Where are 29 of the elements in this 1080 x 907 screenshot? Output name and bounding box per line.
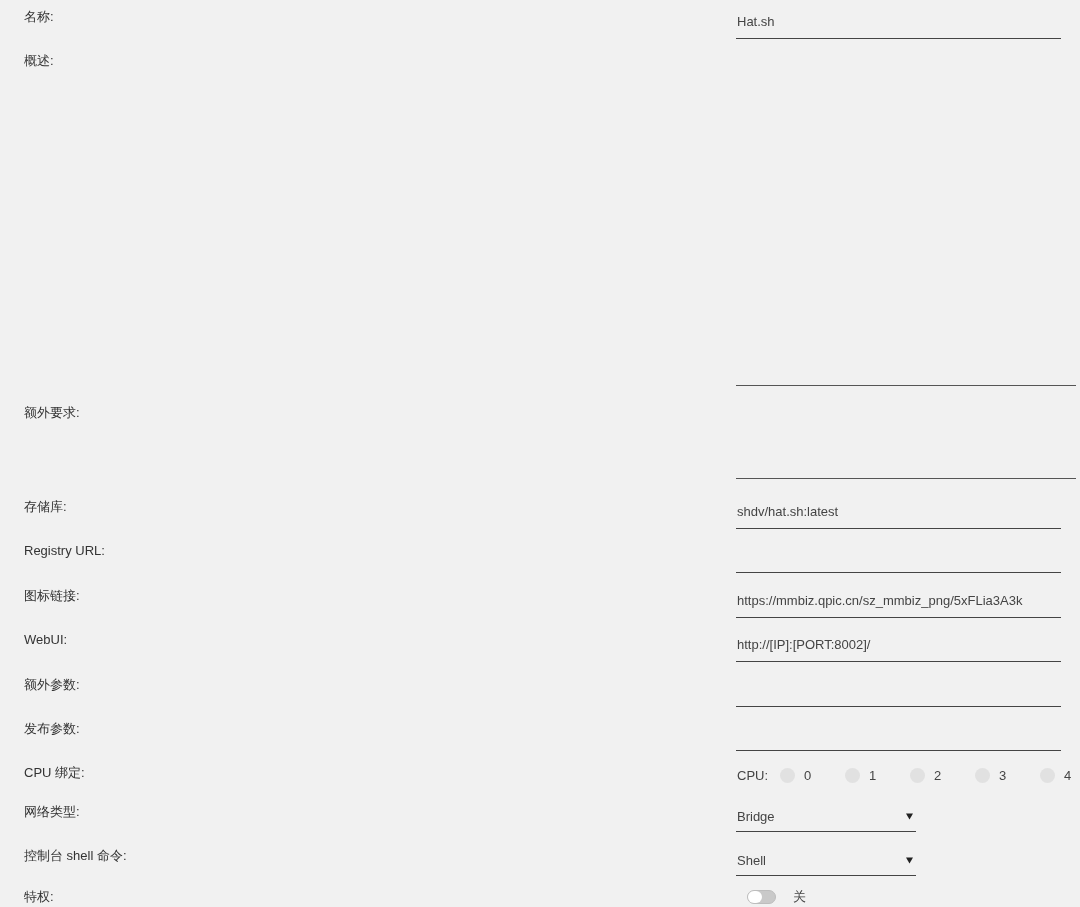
field-label: Registry URL:	[24, 542, 105, 561]
field-label: 名称:	[24, 8, 54, 26]
text-field[interactable]: https://mmbiz.qpic.cn/sz_mmbiz_png/5xFLia3A3k	[736, 589, 1061, 618]
caret-icon	[906, 856, 913, 864]
cpu-label: CPU:	[737, 767, 769, 783]
radio-label: 1	[869, 767, 877, 783]
field-label: 概述:	[24, 52, 54, 71]
field-label: 存储库:	[24, 498, 67, 516]
radio-label: 2	[934, 767, 942, 783]
caret-icon	[906, 812, 913, 820]
text-field[interactable]: Hat.sh	[736, 11, 1061, 39]
field-label: CPU 绑定:	[24, 764, 85, 783]
toggle-state-label: 关	[793, 889, 806, 904]
toggle-switch[interactable]	[747, 889, 776, 904]
field-label: 网络类型:	[24, 802, 80, 821]
field-label: 控制台 shell 命令:	[24, 846, 127, 865]
field-label: WebUI:	[24, 631, 68, 650]
dropdown-field[interactable]: Shell	[736, 849, 916, 876]
field-label: 发布参数:	[24, 719, 80, 738]
text-field[interactable]: http://[IP]:[PORT:8002]/	[736, 634, 1061, 663]
field-label: 额外参数:	[24, 675, 80, 694]
radio-label: 4	[1064, 767, 1072, 783]
dropdown-field[interactable]: Bridge	[736, 805, 916, 832]
field-label: 图标链接:	[24, 586, 80, 605]
text-field[interactable]: shdv/hat.sh:latest	[736, 501, 1061, 529]
radio-label: 0	[804, 767, 812, 783]
radio-label: 3	[999, 767, 1007, 783]
field-label: 特权:	[24, 887, 54, 905]
field-label: 额外要求:	[24, 404, 80, 423]
